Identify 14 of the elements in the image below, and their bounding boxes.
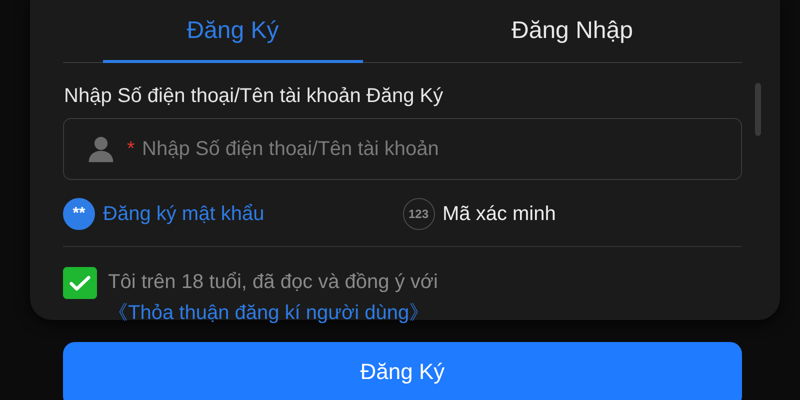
mode-option[interactable]: 123 Mã xác minh bbox=[402, 196, 742, 232]
agreement-checkbox[interactable] bbox=[63, 267, 97, 299]
agreement-text: Tôi trên 18 tuổi, đã đọc và đồng ý với 《Thỏa thuận đăng kí người dùng》 bbox=[108, 270, 439, 326]
scrollbar-thumb[interactable] bbox=[755, 83, 761, 136]
tab[interactable]: Đăng Ký bbox=[63, 0, 402, 62]
user-icon bbox=[86, 134, 116, 164]
tab[interactable]: Đăng Nhập bbox=[402, 0, 742, 62]
field-label: Nhập Số điện thoại/Tên tài khoản Đăng Ký bbox=[64, 84, 444, 109]
mode-badge: 123 bbox=[402, 198, 434, 230]
register-button[interactable]: Đăng Ký bbox=[63, 342, 742, 400]
terms-link[interactable]: 《Thỏa thuận đăng kí người dùng》 bbox=[108, 302, 430, 324]
mode-badge: ** bbox=[63, 198, 95, 230]
required-mark: * bbox=[127, 137, 135, 161]
mode-option[interactable]: ** Đăng ký mật khẩu bbox=[63, 196, 402, 232]
